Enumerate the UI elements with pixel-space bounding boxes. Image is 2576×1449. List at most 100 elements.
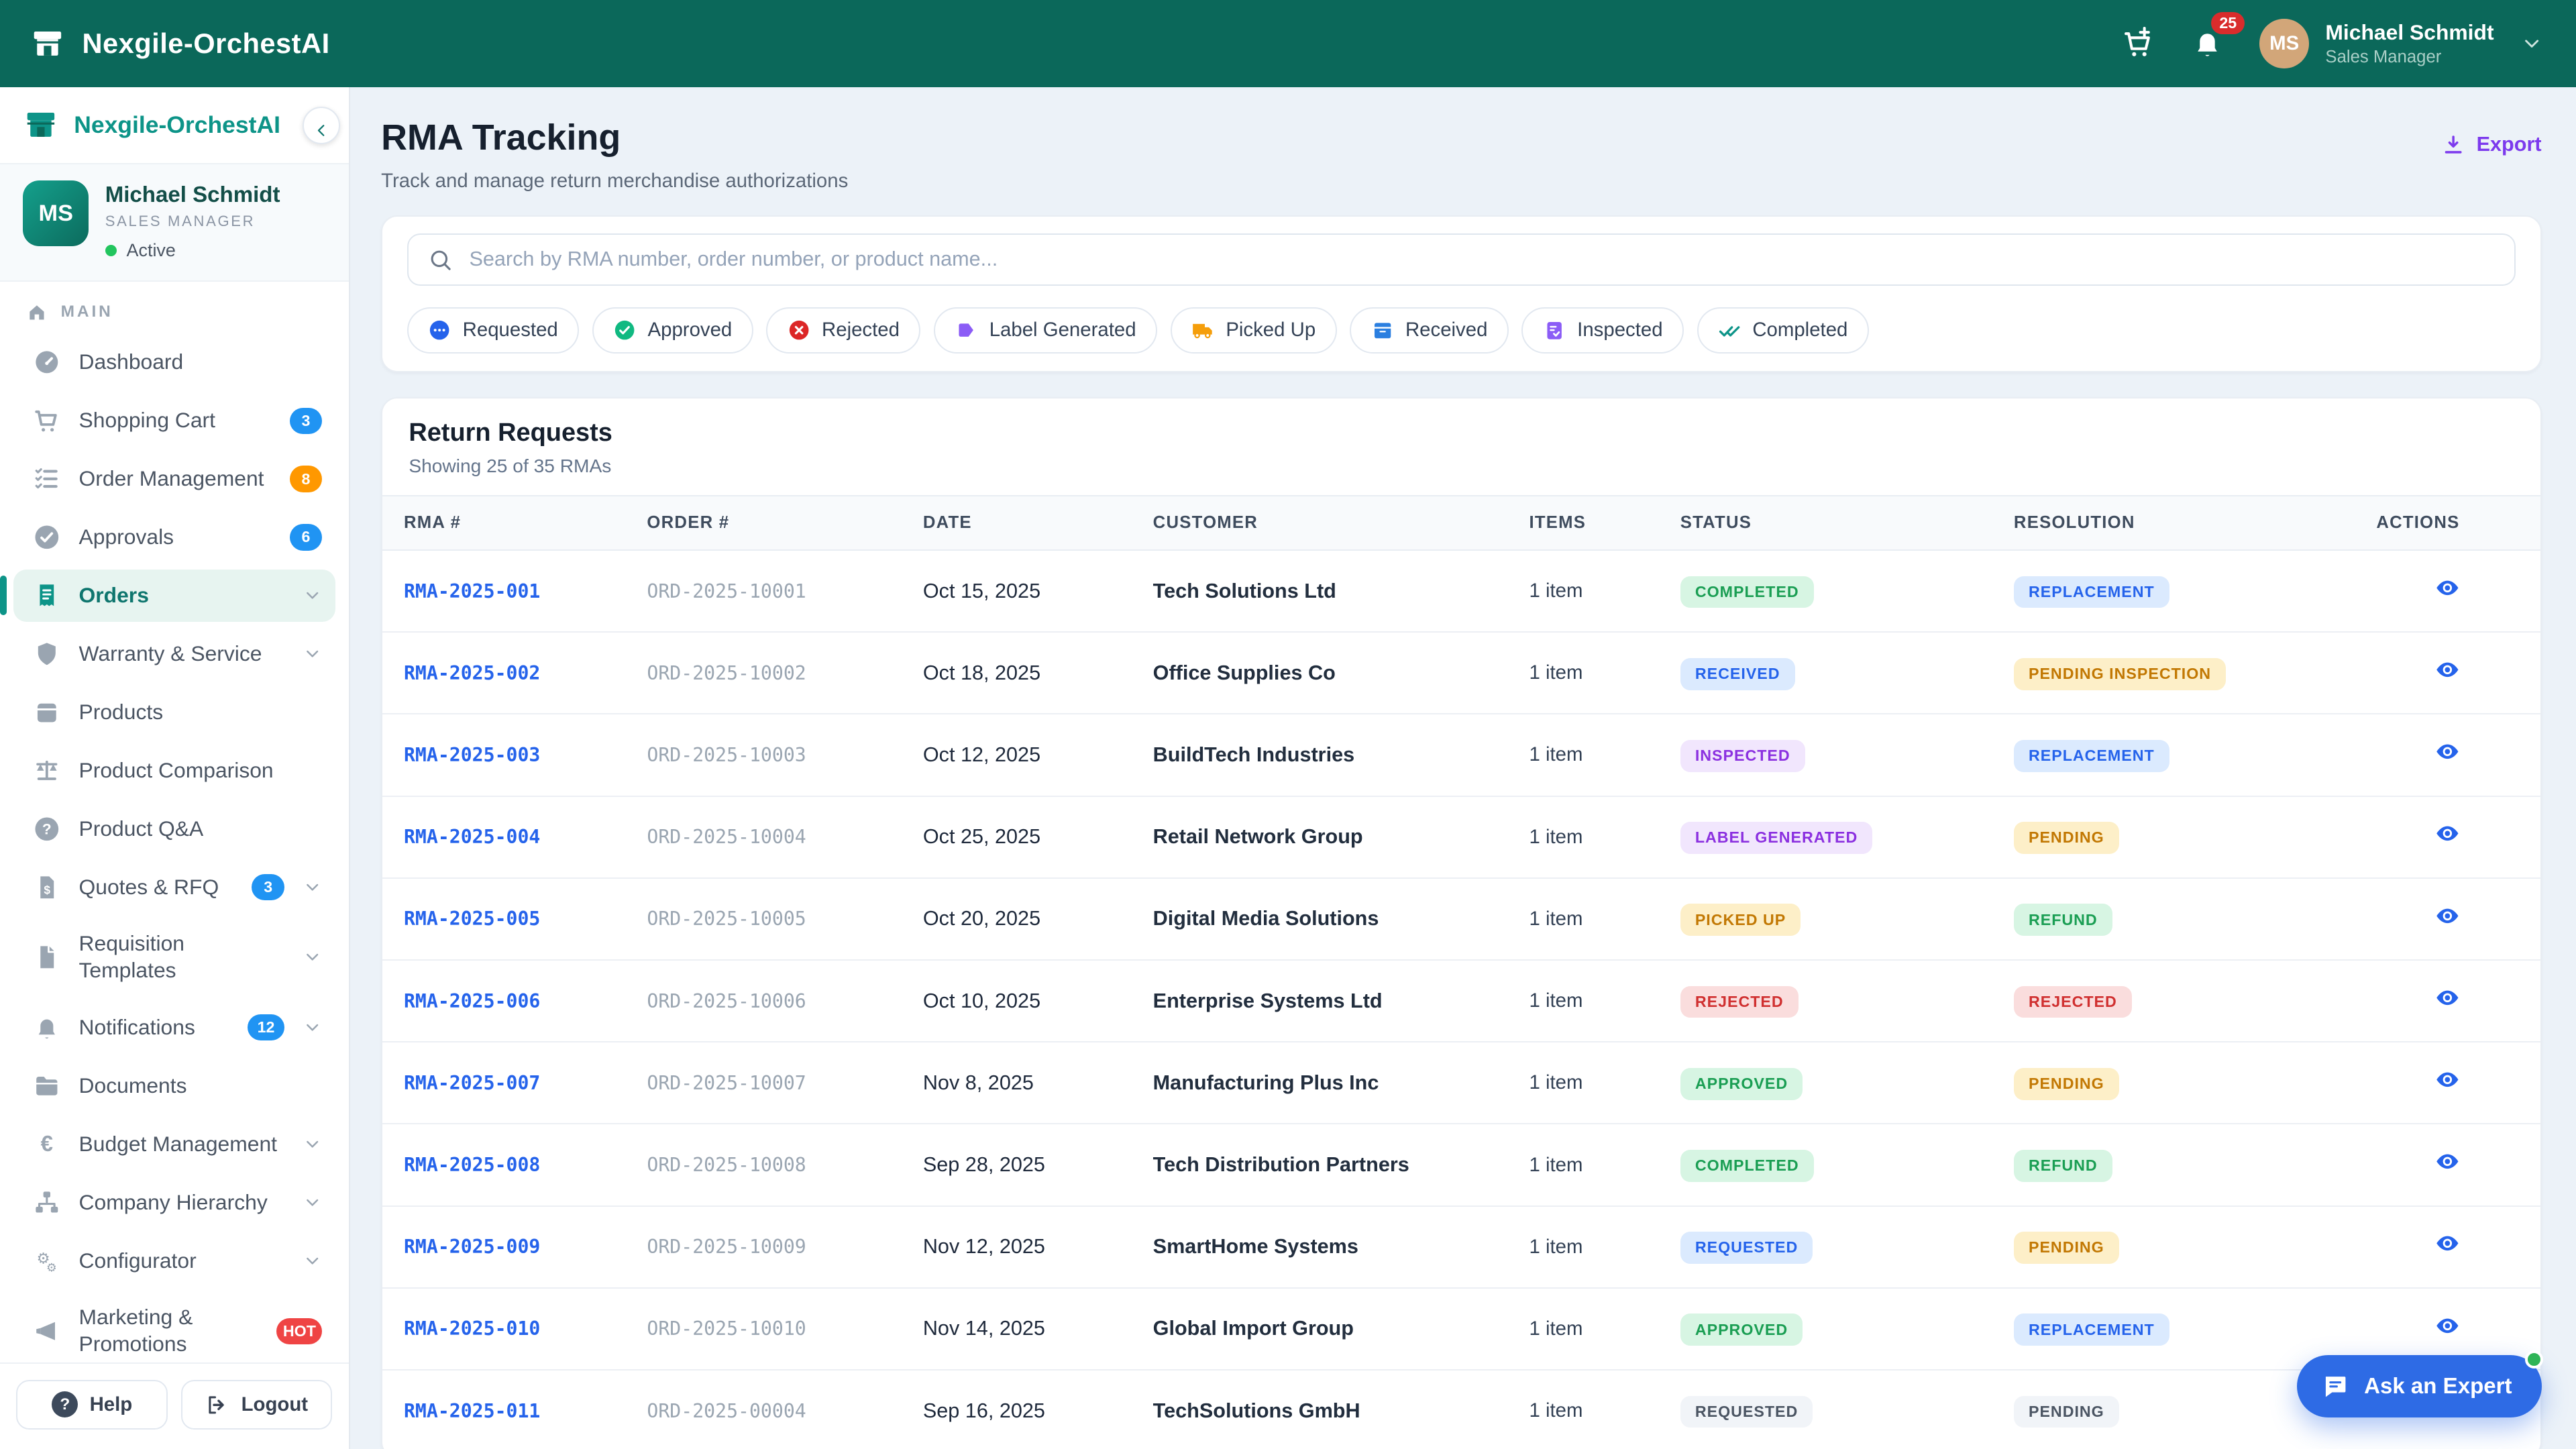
- user-role: Sales Manager: [2325, 46, 2493, 68]
- chevron-down-icon: [303, 586, 322, 605]
- sidebar-item-configurator[interactable]: ⚙⚙Configurator: [13, 1234, 335, 1287]
- check-circle-icon: [33, 523, 61, 551]
- sidebar-item-product-q-a[interactable]: ? Product Q&A: [13, 802, 335, 855]
- truck-icon: [1191, 319, 1214, 341]
- items-count: 1 item: [1529, 1236, 1680, 1258]
- euro-icon: €: [33, 1130, 61, 1159]
- rma-number-link[interactable]: RMA-2025-005: [404, 908, 647, 930]
- sidebar-item-requisition-templates[interactable]: Requisition Templates: [13, 919, 335, 996]
- rma-number-link[interactable]: RMA-2025-002: [404, 662, 647, 684]
- sidebar-item-product-comparison[interactable]: Product Comparison: [13, 744, 335, 796]
- table-header: Return Requests Showing 25 of 35 RMAs: [382, 398, 2540, 495]
- rma-number-link[interactable]: RMA-2025-003: [404, 744, 647, 766]
- view-details-eye-icon[interactable]: [2435, 576, 2460, 600]
- table-row: RMA-2025-007ORD-2025-10007Nov 8, 2025Man…: [382, 1042, 2540, 1124]
- logout-button[interactable]: Logout: [181, 1380, 333, 1429]
- view-details-eye-icon[interactable]: [2435, 821, 2460, 846]
- column-header-date: DATE: [923, 513, 1153, 533]
- filter-chip-label: Picked Up: [1226, 319, 1316, 341]
- customer-name: Global Import Group: [1153, 1317, 1529, 1340]
- sidebar-section-main: MAIN: [0, 282, 349, 333]
- filter-chip-inspected[interactable]: Inspected: [1521, 307, 1684, 354]
- filter-chip-picked-up[interactable]: Picked Up: [1171, 307, 1337, 354]
- sidebar-item-label: Documents: [79, 1073, 323, 1099]
- filter-card: Requested Approved Rejected Label Generated…: [381, 215, 2541, 372]
- topbar: Nexgile-OrchestAI 25 MS Michael Schmidt …: [0, 0, 2576, 87]
- chevron-down-icon: [303, 1018, 322, 1037]
- view-details-eye-icon[interactable]: [2435, 1067, 2460, 1092]
- rma-number-link[interactable]: RMA-2025-008: [404, 1154, 647, 1176]
- rma-number-link[interactable]: RMA-2025-007: [404, 1072, 647, 1094]
- filter-chip-rejected[interactable]: Rejected: [766, 307, 920, 354]
- customer-name: TechSolutions GmbH: [1153, 1399, 1529, 1423]
- search-input[interactable]: [469, 248, 2494, 271]
- table-row: RMA-2025-008ORD-2025-10008Sep 28, 2025Te…: [382, 1124, 2540, 1206]
- chevron-down-icon: [2520, 32, 2543, 55]
- sidebar: Nexgile-OrchestAI MS Michael Schmidt SAL…: [0, 87, 350, 1449]
- svg-text:?: ?: [42, 820, 52, 837]
- rma-number-link[interactable]: RMA-2025-001: [404, 580, 647, 602]
- file-icon: [33, 943, 61, 971]
- items-count: 1 item: [1529, 1399, 1680, 1422]
- filter-chip-label: Approved: [648, 319, 733, 341]
- user-name: Michael Schmidt: [2325, 19, 2493, 46]
- view-details-eye-icon[interactable]: [2435, 1313, 2460, 1338]
- count-badge: 6: [290, 524, 323, 550]
- sidebar-item-products[interactable]: Products: [13, 686, 335, 739]
- filter-chip-requested[interactable]: Requested: [407, 307, 579, 354]
- sidebar-item-company-hierarchy[interactable]: Company Hierarchy: [13, 1176, 335, 1228]
- notifications-bell-icon[interactable]: 25: [2191, 27, 2224, 60]
- sidebar-collapse-button[interactable]: [303, 107, 340, 144]
- rma-number-link[interactable]: RMA-2025-009: [404, 1236, 647, 1258]
- sidebar-item-marketing-promotions[interactable]: Marketing & PromotionsHOT: [13, 1293, 335, 1362]
- customer-name: Manufacturing Plus Inc: [1153, 1071, 1529, 1095]
- view-details-eye-icon[interactable]: [2435, 985, 2460, 1010]
- user-menu[interactable]: MS Michael Schmidt Sales Manager: [2259, 19, 2543, 68]
- sidebar-item-order-management[interactable]: Order Management8: [13, 453, 335, 505]
- filter-chip-completed[interactable]: Completed: [1697, 307, 1869, 354]
- order-number: ORD-2025-10008: [647, 1154, 922, 1176]
- cart-plus-icon[interactable]: [2122, 27, 2155, 60]
- search-box: [407, 233, 2516, 286]
- column-header-items: ITEMS: [1529, 513, 1680, 533]
- sidebar-item-warranty-service[interactable]: Warranty & Service: [13, 628, 335, 680]
- view-details-eye-icon[interactable]: [2435, 1231, 2460, 1256]
- view-details-eye-icon[interactable]: [2435, 657, 2460, 682]
- scale-icon: [33, 757, 61, 785]
- order-number: ORD-2025-10007: [647, 1072, 922, 1094]
- sidebar-item-label: Company Hierarchy: [79, 1189, 285, 1216]
- help-button[interactable]: ? Help: [16, 1380, 168, 1429]
- rma-tracking-app: Nexgile-OrchestAI 25 MS Michael Schmidt …: [0, 0, 2576, 1449]
- sidebar-item-label: Product Q&A: [79, 816, 323, 843]
- view-details-eye-icon[interactable]: [2435, 739, 2460, 764]
- rma-number-link[interactable]: RMA-2025-011: [404, 1400, 647, 1422]
- view-details-eye-icon[interactable]: [2435, 1149, 2460, 1174]
- sidebar-item-quotes-rfq[interactable]: $Quotes & RFQ3: [13, 861, 335, 913]
- count-badge: 3: [290, 408, 323, 434]
- filter-chip-label-generated[interactable]: Label Generated: [934, 307, 1157, 354]
- sidebar-item-shopping-cart[interactable]: Shopping Cart3: [13, 394, 335, 447]
- rma-number-link[interactable]: RMA-2025-010: [404, 1318, 647, 1340]
- rma-number-link[interactable]: RMA-2025-006: [404, 990, 647, 1012]
- status-badge: PICKED UP: [1680, 904, 1801, 936]
- items-count: 1 item: [1529, 989, 1680, 1012]
- sidebar-item-budget-management[interactable]: €Budget Management: [13, 1118, 335, 1170]
- sidebar-item-dashboard[interactable]: Dashboard: [13, 336, 335, 388]
- ask-expert-button[interactable]: Ask an Expert: [2297, 1355, 2542, 1417]
- column-header-rma: RMA #: [404, 513, 647, 533]
- filter-chip-received[interactable]: Received: [1350, 307, 1509, 354]
- filter-chip-approved[interactable]: Approved: [592, 307, 753, 354]
- return-requests-card: Return Requests Showing 25 of 35 RMAs RM…: [381, 397, 2541, 1449]
- chevron-down-icon: [303, 1134, 322, 1154]
- rma-number-link[interactable]: RMA-2025-004: [404, 826, 647, 848]
- sidebar-item-label: Marketing & Promotions: [79, 1304, 259, 1358]
- avatar: MS: [23, 180, 89, 246]
- view-details-eye-icon[interactable]: [2435, 904, 2460, 928]
- sidebar-item-orders[interactable]: Orders: [13, 570, 335, 622]
- sidebar-item-approvals[interactable]: Approvals6: [13, 511, 335, 564]
- export-button[interactable]: Export: [2442, 133, 2541, 156]
- bell-icon: [33, 1014, 61, 1042]
- dots-circle-icon: [428, 319, 451, 341]
- sidebar-item-notifications[interactable]: Notifications12: [13, 1002, 335, 1054]
- sidebar-item-documents[interactable]: Documents: [13, 1060, 335, 1112]
